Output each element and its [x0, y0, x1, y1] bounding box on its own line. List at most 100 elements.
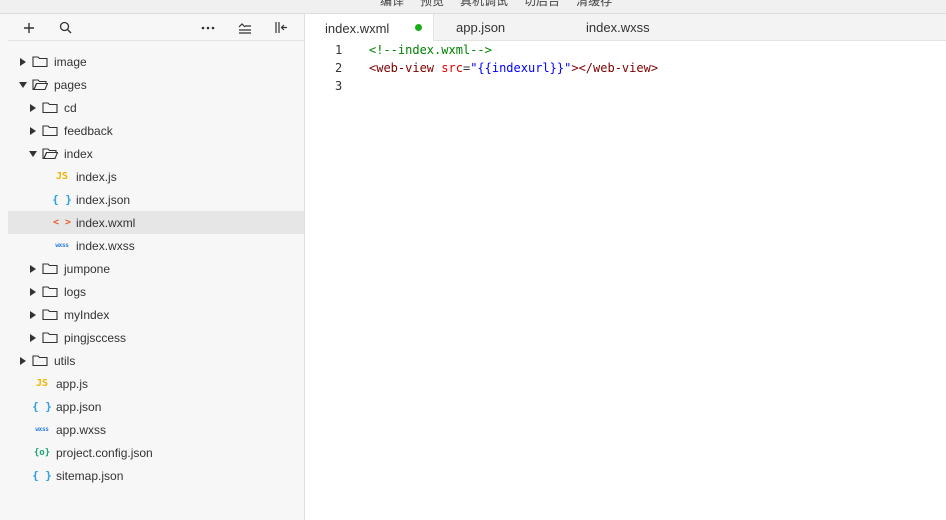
json-file-icon: { } — [32, 400, 52, 413]
tab-label: index.wxml — [325, 20, 390, 36]
tree-item-label: utils — [54, 353, 76, 368]
code-token: <!--index.wxml--> — [369, 43, 492, 57]
toggle-panel-icon[interactable] — [272, 14, 292, 41]
tree-item[interactable]: JS index.js — [8, 165, 304, 188]
tree-item[interactable]: image — [8, 50, 304, 73]
chevron-right-icon[interactable] — [28, 264, 38, 274]
file-tree: image pages cd feedback index JS index.js { } in… — [8, 50, 304, 487]
tab-label: app.json — [456, 20, 506, 35]
chevron-right-icon[interactable] — [28, 287, 38, 297]
tree-item-label: image — [54, 54, 87, 69]
cfg-file-icon: {o} — [33, 447, 51, 458]
tree-item-label: pages — [54, 77, 87, 92]
tree-item-label: myIndex — [64, 307, 110, 322]
tree-item-label: app.json — [56, 399, 102, 414]
json-file-icon: { } — [32, 469, 52, 482]
folder-icon — [42, 331, 58, 345]
wxss-file-icon: wxss — [55, 242, 69, 249]
tree-item-label: index.js — [76, 169, 117, 184]
tree-item[interactable]: < > index.wxml — [8, 211, 304, 234]
tree-item-label: index.wxss — [76, 238, 135, 253]
tree-item[interactable]: { } index.json — [8, 188, 304, 211]
chevron-right-icon[interactable] — [28, 310, 38, 320]
tree-item[interactable]: logs — [8, 280, 304, 303]
chevron-down-icon[interactable] — [18, 80, 28, 90]
file-explorer: image pages cd feedback index JS index.js { } in… — [0, 14, 305, 520]
more-icon[interactable] — [198, 14, 218, 41]
folder-icon — [42, 308, 58, 322]
folder-open-icon — [32, 78, 48, 92]
tree-item-label: cd — [64, 100, 77, 115]
top-menu-item[interactable]: 编译 — [380, 0, 404, 9]
unsaved-dot-icon — [415, 24, 422, 31]
top-menu-item[interactable]: 真机调试 — [460, 0, 508, 9]
tab-index-wxml[interactable]: index.wxml — [305, 14, 434, 42]
tree-item[interactable]: wxss app.wxss — [8, 418, 304, 441]
tree-item-label: index.json — [76, 192, 131, 207]
json-file-icon: { } — [52, 193, 72, 206]
tree-item[interactable]: utils — [8, 349, 304, 372]
tree-item-label: logs — [64, 284, 87, 299]
tree-item-label: jumpone — [64, 261, 111, 276]
js-file-icon: JS — [35, 378, 49, 389]
tree-item[interactable]: jumpone — [8, 257, 304, 280]
folder-icon — [32, 354, 48, 368]
tree-item[interactable]: wxss index.wxss — [8, 234, 304, 257]
tree-item-label: app.js — [56, 376, 89, 391]
folder-open-icon — [42, 147, 58, 161]
top-menu-item[interactable]: 预览 — [420, 0, 444, 9]
folder-icon — [32, 55, 48, 69]
code-token: "{{indexurl}}" — [470, 61, 572, 75]
code-text: <!--index.wxml--> — [369, 41, 492, 59]
folder-icon — [42, 101, 58, 115]
tab-label: index.wxss — [586, 20, 650, 35]
top-menu-item[interactable]: 清缓存 — [576, 0, 612, 9]
tree-item[interactable]: feedback — [8, 119, 304, 142]
plus-icon[interactable] — [19, 14, 39, 41]
line-number: 2 — [335, 61, 343, 75]
tree-item[interactable]: myIndex — [8, 303, 304, 326]
search-icon[interactable] — [55, 14, 75, 41]
chevron-down-icon[interactable] — [28, 149, 38, 159]
chevron-right-icon[interactable] — [18, 356, 28, 366]
tree-item[interactable]: { } app.json — [8, 395, 304, 418]
tab-index-wxss[interactable]: index.wxss — [586, 14, 650, 41]
explorer-toolbar — [8, 14, 305, 41]
js-file-icon: JS — [55, 171, 69, 182]
tree-item-label: index — [64, 146, 93, 161]
chevron-right-icon[interactable] — [28, 126, 38, 136]
tab-app-json[interactable]: app.json — [456, 14, 505, 41]
tree-item[interactable]: pages — [8, 73, 304, 96]
tree-item[interactable]: pingjsccess — [8, 326, 304, 349]
chevron-right-icon[interactable] — [28, 103, 38, 113]
code-token: <web-view — [369, 61, 435, 75]
code-editor[interactable]: 1 <!--index.wxml--> 2 <web-view src="{{inde… — [305, 41, 946, 520]
tree-item-label: project.config.json — [56, 445, 153, 460]
folder-icon — [42, 124, 58, 138]
editor-tabs: index.wxml app.json index.wxss — [305, 14, 946, 42]
tree-item-label: sitemap.json — [56, 468, 124, 483]
collapse-all-icon[interactable] — [235, 14, 255, 41]
folder-icon — [42, 262, 58, 276]
tree-item-label: index.wxml — [76, 215, 136, 230]
tree-item[interactable]: {o} project.config.json — [8, 441, 304, 464]
top-menu: 编译 预览 真机调试 切后台 清缓存 — [380, 0, 612, 9]
wxml-file-icon: < > — [52, 217, 72, 228]
chevron-right-icon[interactable] — [18, 57, 28, 67]
top-menu-item[interactable]: 切后台 — [524, 0, 560, 9]
tree-item[interactable]: index — [8, 142, 304, 165]
tree-item[interactable]: JS app.js — [8, 372, 304, 395]
line-number: 3 — [335, 79, 343, 93]
code-line[interactable]: 2 <web-view src="{{indexurl}}"></web-view… — [305, 59, 946, 77]
code-text: <web-view src="{{indexurl}}"></web-view> — [369, 59, 658, 77]
line-number: 1 — [335, 43, 343, 57]
chevron-right-icon[interactable] — [28, 333, 38, 343]
code-token: src — [441, 61, 463, 75]
tree-item[interactable]: { } sitemap.json — [8, 464, 304, 487]
code-line[interactable]: 3 — [305, 77, 946, 95]
code-token: ></web-view> — [571, 61, 659, 75]
tree-item[interactable]: cd — [8, 96, 304, 119]
code-line[interactable]: 1 <!--index.wxml--> — [305, 41, 946, 59]
wxss-file-icon: wxss — [35, 426, 49, 433]
tree-item-label: pingjsccess — [64, 330, 127, 345]
